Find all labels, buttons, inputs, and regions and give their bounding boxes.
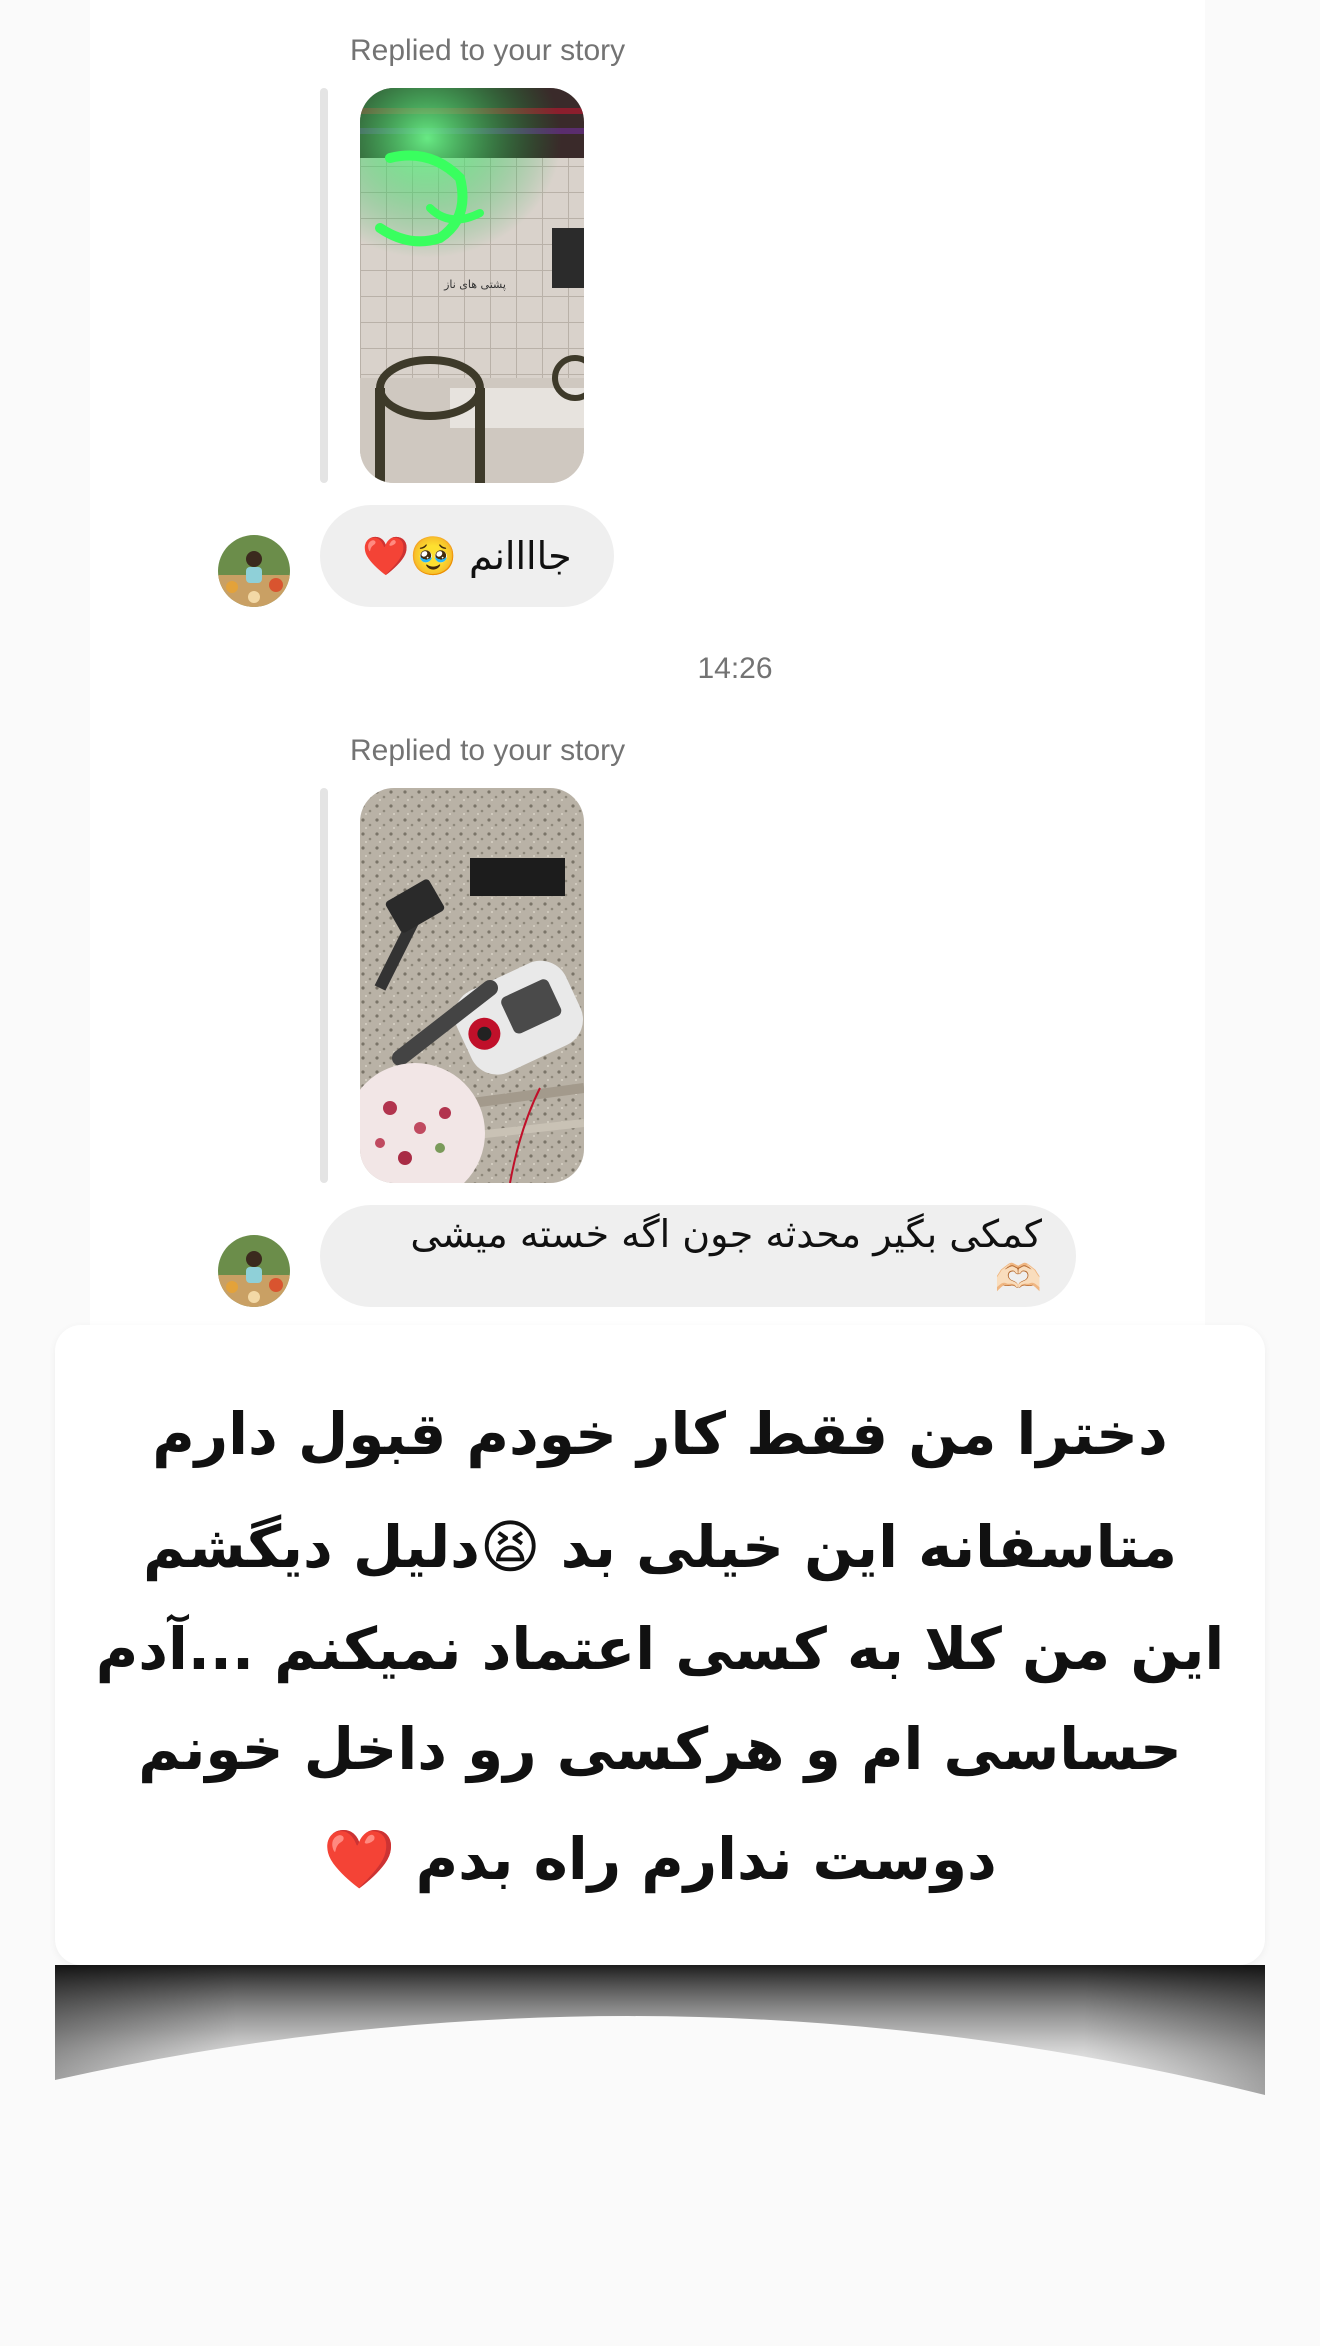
caption-text-card: دخترا من فقط کار خودم قبول دارم متاسفانه… [55, 1325, 1265, 1965]
caption-line: دوست ندارم راه بدم ❤️ [323, 1825, 997, 1893]
message-text: کمکی بگیر محدثه جون اگه خسته میشی 🫶🏻 [410, 1211, 1042, 1300]
chat-thread[interactable]: Replied to your story پشتی های ناز جاااا… [90, 0, 1205, 1330]
message-text: جاااانم 🥹❤️ [362, 533, 572, 578]
sender-avatar[interactable] [218, 1235, 290, 1307]
message-bubble[interactable]: جاااانم 🥹❤️ [320, 505, 614, 607]
replied-to-story-label: Replied to your story [350, 34, 626, 67]
sender-avatar[interactable] [218, 535, 290, 607]
avatar-picnic-image [218, 1235, 290, 1307]
story-caption: پشتی های ناز [444, 278, 506, 291]
screenshot-page: Replied to your story پشتی های ناز جاااا… [0, 0, 1320, 2346]
reply-quote-bar [320, 788, 328, 1183]
page-curl-shadow [55, 1965, 1265, 2095]
vacuum-cleaner-story-image [360, 788, 584, 1183]
avatar-picnic-image [218, 535, 290, 607]
message-bubble[interactable]: کمکی بگیر محدثه جون اگه خسته میشی 🫶🏻 [320, 1205, 1076, 1307]
caption-line: متاسفانه این خیلی بد 😫دلیل دیگشم [142, 1513, 1178, 1581]
message-timestamp: 14:26 [697, 652, 773, 685]
caption-line: حساسی ام و هرکسی رو داخل خونم [138, 1715, 1182, 1783]
reply-quote-bar [320, 88, 328, 483]
story-thumbnail[interactable]: پشتی های ناز [360, 88, 584, 483]
story-thumbnail[interactable] [360, 788, 584, 1183]
caption-line: این من کلا به کسی اعتماد نمیکنم ...آدم [95, 1615, 1225, 1683]
replied-to-story-label: Replied to your story [350, 734, 626, 767]
caption-line: دخترا من فقط کار خودم قبول دارم [152, 1400, 1168, 1468]
